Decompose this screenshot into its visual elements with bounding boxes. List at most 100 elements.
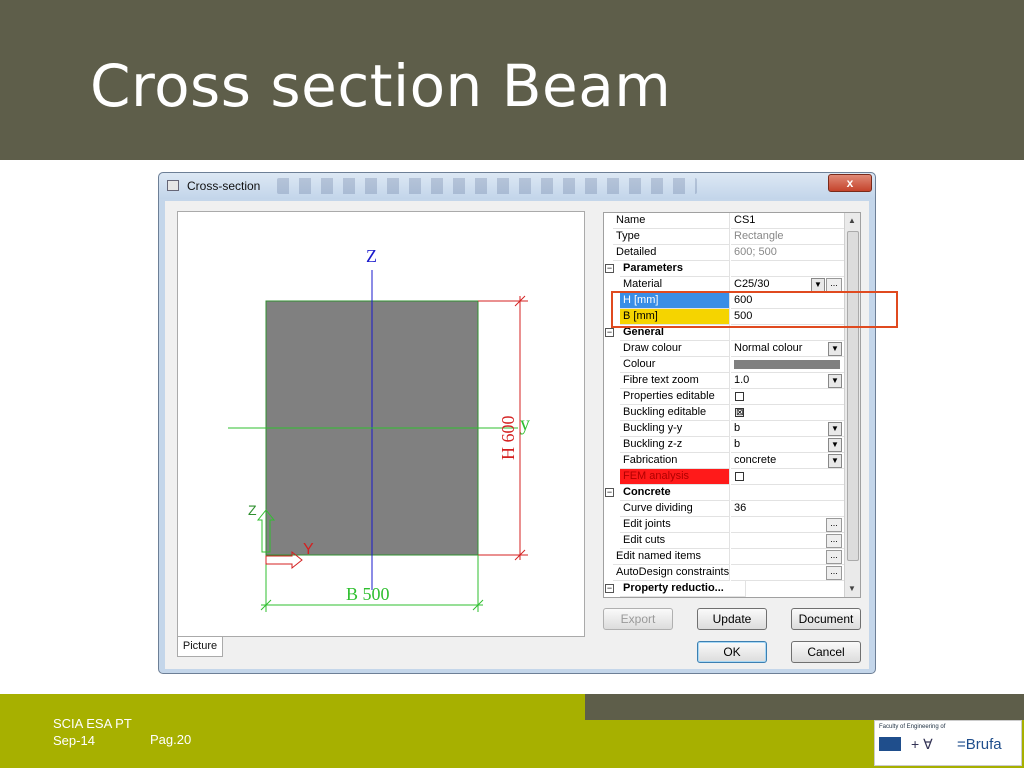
edit-joints-button[interactable]: ...	[826, 518, 842, 532]
ok-button[interactable]: OK	[697, 641, 767, 663]
prop-row-draw-colour[interactable]: Draw colour Normal colour ▼	[604, 341, 844, 357]
footer-course: SCIA ESA PT	[53, 716, 132, 731]
prop-row-edit-cuts[interactable]: Edit cuts ...	[604, 533, 844, 549]
collapse-icon[interactable]: −	[605, 328, 614, 337]
prop-label: Draw colour	[620, 341, 730, 357]
highlight-annotation-box	[611, 291, 898, 328]
collapse-icon[interactable]: −	[605, 584, 614, 593]
prop-label: AutoDesign constraints	[613, 565, 730, 581]
prop-label: Buckling z-z	[620, 437, 730, 453]
prop-row-edit-named-items[interactable]: Edit named items ...	[604, 549, 844, 565]
logo-brand: =Brufa	[957, 736, 1002, 753]
bruface-logo: Faculty of Engineering of + ∀ =Brufa	[874, 720, 1022, 766]
scroll-up-icon[interactable]: ▲	[848, 216, 856, 225]
b-dim-label: B 500	[346, 584, 390, 604]
edit-named-items-button[interactable]: ...	[826, 550, 842, 564]
cross-section-drawing: Z y H 600 B 500 Z Y	[228, 246, 530, 612]
ulb-logo-icon	[879, 737, 901, 751]
prop-label: Fabrication	[620, 453, 730, 469]
window-icon	[167, 180, 179, 191]
chevron-down-icon[interactable]: ▼	[828, 438, 842, 452]
y-axis-label: y	[520, 413, 530, 435]
collapse-icon[interactable]: −	[605, 488, 614, 497]
prop-label: Name	[613, 213, 730, 229]
chevron-down-icon[interactable]: ▼	[828, 374, 842, 388]
chevron-down-icon[interactable]: ▼	[828, 342, 842, 356]
prop-row-name[interactable]: Name CS1	[604, 213, 844, 229]
section-label: Concrete	[620, 485, 730, 501]
prop-value: Rectangle	[731, 229, 844, 245]
scroll-down-icon[interactable]: ▼	[848, 584, 856, 593]
prop-row-curve-dividing[interactable]: Curve dividing 36	[604, 501, 844, 517]
footer-date: Sep-14	[53, 733, 95, 748]
toolbar-strip	[277, 178, 697, 194]
plus-icon: + ∀	[911, 736, 933, 752]
colour-swatch[interactable]	[731, 357, 844, 373]
property-grid-scrollbar[interactable]: ▲ ▼	[844, 213, 860, 597]
h-dim-label: H 600	[498, 416, 518, 461]
prop-section-parameters[interactable]: − Parameters	[604, 261, 844, 277]
prop-row-colour[interactable]: Colour	[604, 357, 844, 373]
z-axis-label: Z	[366, 246, 377, 266]
section-label: Property reductio...	[620, 581, 746, 597]
local-z-label: Z	[248, 502, 257, 518]
dialog-title: Cross-section	[187, 179, 261, 193]
footer-dark-strip	[585, 694, 1024, 720]
scrollbar-thumb[interactable]	[847, 231, 859, 561]
prop-value-cell	[731, 389, 844, 405]
section-value-empty	[731, 261, 844, 277]
chevron-down-icon[interactable]: ▼	[828, 454, 842, 468]
prop-row-type: Type Rectangle	[604, 229, 844, 245]
prop-label: Properties editable	[620, 389, 730, 405]
prop-row-fem-analysis[interactable]: FEM analysis	[604, 469, 844, 485]
prop-label: Buckling y-y	[620, 421, 730, 437]
prop-row-autodesign[interactable]: AutoDesign constraints ...	[604, 565, 844, 581]
prop-section-concrete[interactable]: − Concrete	[604, 485, 844, 501]
properties-editable-checkbox[interactable]	[735, 392, 744, 401]
cancel-button[interactable]: Cancel	[791, 641, 861, 663]
tab-picture[interactable]: Picture	[177, 637, 223, 657]
prop-row-buckling-zz[interactable]: Buckling z-z b ▼	[604, 437, 844, 453]
prop-label: Edit cuts	[620, 533, 730, 549]
prop-label: Buckling editable	[620, 405, 730, 421]
prop-row-fabrication[interactable]: Fabrication concrete ▼	[604, 453, 844, 469]
buckling-editable-checkbox[interactable]: ⊠	[735, 408, 744, 417]
material-dots-button[interactable]: ...	[826, 278, 842, 292]
prop-row-fibre-text-zoom[interactable]: Fibre text zoom 1.0 ▼	[604, 373, 844, 389]
prop-value: 600; 500	[731, 245, 844, 261]
autodesign-button[interactable]: ...	[826, 566, 842, 580]
document-button[interactable]: Document	[791, 608, 861, 630]
edit-cuts-button[interactable]: ...	[826, 534, 842, 548]
prop-label: Detailed	[613, 245, 730, 261]
prop-row-detailed: Detailed 600; 500	[604, 245, 844, 261]
fem-analysis-checkbox[interactable]	[735, 472, 744, 481]
update-button[interactable]: Update	[697, 608, 767, 630]
prop-label: FEM analysis	[620, 469, 730, 485]
export-button[interactable]: Export	[603, 608, 673, 630]
prop-value-cell: ⊠	[731, 405, 844, 421]
prop-row-buckling-editable[interactable]: Buckling editable ⊠	[604, 405, 844, 421]
picture-pane: Z y H 600 B 500 Z Y	[177, 211, 585, 637]
prop-row-edit-joints[interactable]: Edit joints ...	[604, 517, 844, 533]
prop-value-cell	[731, 469, 844, 485]
section-value-empty	[731, 485, 844, 501]
prop-label: Fibre text zoom	[620, 373, 730, 389]
prop-section-property-reduction[interactable]: − Property reductio...	[604, 581, 844, 597]
footer-page-number: Pag.20	[150, 732, 192, 747]
prop-row-buckling-yy[interactable]: Buckling y-y b ▼	[604, 421, 844, 437]
local-y-label: Y	[303, 541, 314, 558]
property-grid: Name CS1 Type Rectangle Detailed 600; 50…	[603, 212, 861, 598]
prop-row-properties-editable[interactable]: Properties editable	[604, 389, 844, 405]
curve-dividing-input[interactable]: 36	[731, 501, 844, 517]
collapse-icon[interactable]: −	[605, 264, 614, 273]
prop-value[interactable]: CS1	[731, 213, 844, 229]
close-button[interactable]: x	[828, 174, 872, 192]
prop-label: Type	[613, 229, 730, 245]
prop-label: Colour	[620, 357, 730, 373]
dialog-titlebar[interactable]: Cross-section x	[159, 173, 875, 199]
colour-swatch-fill	[734, 360, 840, 369]
section-label: Parameters	[620, 261, 730, 277]
prop-label: Curve dividing	[620, 501, 730, 517]
chevron-down-icon[interactable]: ▼	[811, 278, 825, 292]
chevron-down-icon[interactable]: ▼	[828, 422, 842, 436]
